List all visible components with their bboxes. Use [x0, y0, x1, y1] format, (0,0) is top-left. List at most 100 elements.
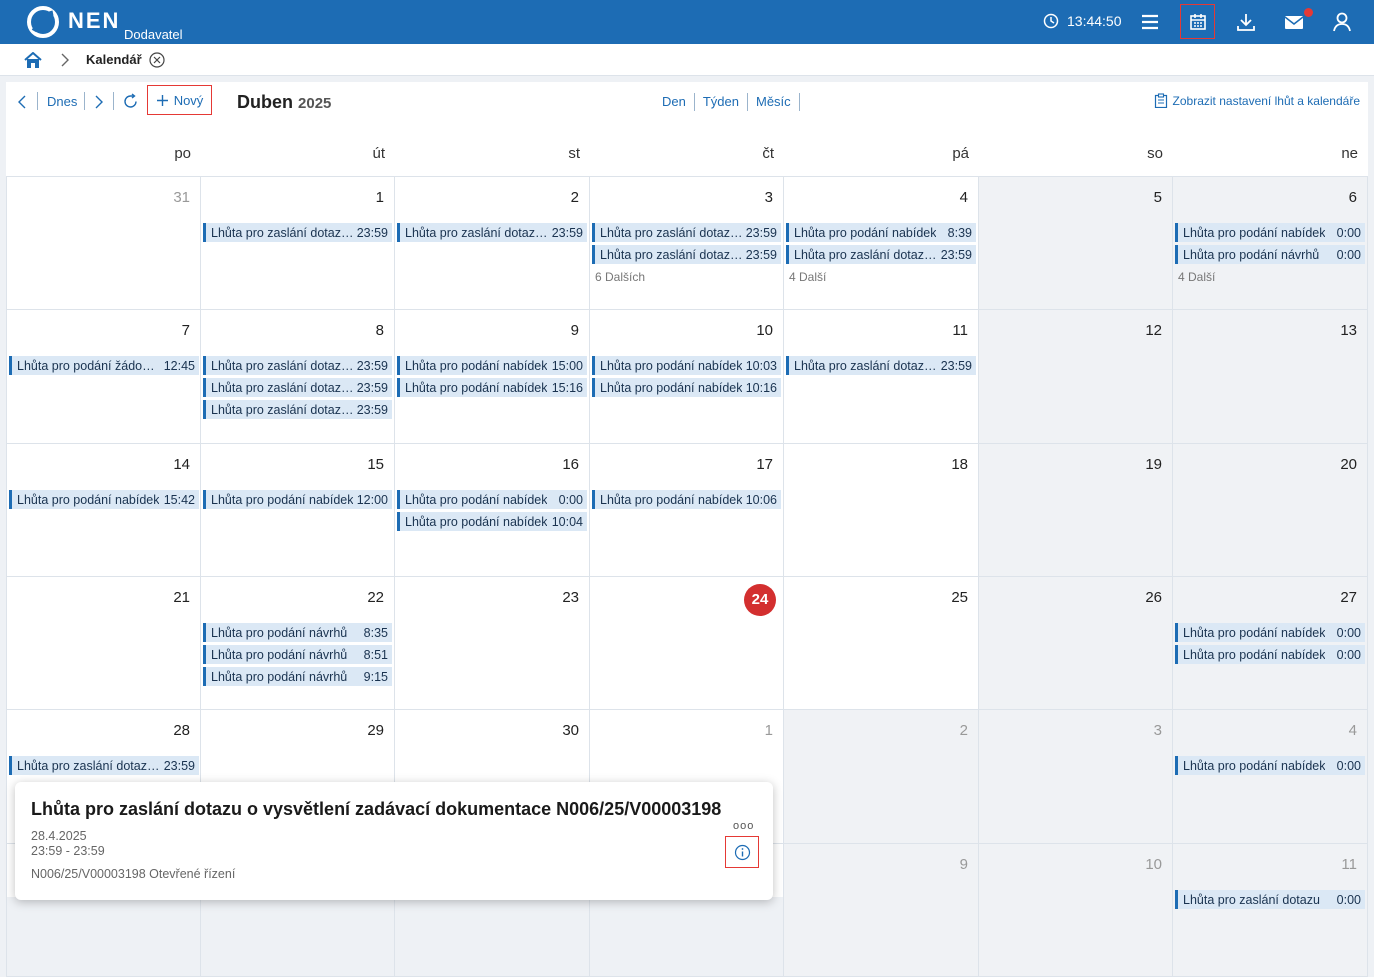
calendar-event[interactable]: Lhůta pro podání nabídek 0:00 [397, 490, 587, 509]
calendar-event[interactable]: Lhůta pro podání nabídek 12:00 [203, 490, 392, 509]
calendar-event[interactable]: Lhůta pro podání návrhů 8:35 [203, 623, 392, 642]
day-cell[interactable]: 26 [979, 576, 1173, 710]
day-cell[interactable]: 4 Lhůta pro podání nabídek 8:39 Lhůta pro z… [784, 176, 979, 310]
settings-label: Zobrazit nastavení lhůt a kalendáře [1172, 93, 1360, 108]
more-events-link[interactable]: 4 Další [1178, 270, 1215, 284]
event-title: Lhůta pro zaslání dotazu o vysvětlení za… [600, 247, 743, 262]
home-icon[interactable] [24, 52, 42, 69]
day-cell[interactable]: 20 [1173, 443, 1368, 577]
calendar-event[interactable]: Lhůta pro podání návrhů 9:15 [203, 667, 392, 686]
day-cell[interactable]: 24 [590, 576, 784, 710]
refresh-icon[interactable] [122, 93, 139, 110]
today-button[interactable]: Dnes [47, 94, 77, 109]
download-icon[interactable] [1235, 11, 1257, 33]
calendar-event[interactable]: Lhůta pro podání nabídek 0:00 [1175, 756, 1365, 775]
user-icon[interactable] [1331, 11, 1353, 33]
day-cell[interactable]: 9 [784, 843, 979, 977]
calendar-event[interactable]: Lhůta pro zaslání dotazu o vysvětlení za… [203, 223, 392, 242]
more-events-link[interactable]: 4 Další [789, 270, 826, 284]
calendar-event[interactable]: Lhůta pro zaslání dotazu o vysvětlení za… [786, 245, 976, 264]
day-cell[interactable]: 3 Lhůta pro zaslání dotazu o vysvětlení z… [590, 176, 784, 310]
calendar-event[interactable]: Lhůta pro podání nabídek 10:03 [592, 356, 781, 375]
weekday-label: pá [952, 145, 969, 162]
day-cell[interactable]: 13 [1173, 309, 1368, 444]
calendar-event[interactable]: Lhůta pro podání nabídek 0:00 [1175, 645, 1365, 664]
settings-link[interactable]: Zobrazit nastavení lhůt a kalendáře [1154, 93, 1360, 108]
day-number: 30 [562, 722, 579, 739]
calendar-event[interactable]: Lhůta pro zaslání dotazu o vysvětlení za… [786, 356, 976, 375]
day-cell[interactable]: 10 [979, 843, 1173, 977]
calendar-event[interactable]: Lhůta pro podání nabídek 0:00 [1175, 623, 1365, 642]
day-cell[interactable]: 4 Lhůta pro podání nabídek 0:00 [1173, 709, 1368, 844]
day-cell[interactable]: 22 Lhůta pro podání návrhů 8:35 Lhůta pro p… [201, 576, 395, 710]
day-cell[interactable]: 9 Lhůta pro podání nabídek 15:00 Lhůta pro … [395, 309, 590, 444]
view-day[interactable]: Den [662, 93, 695, 111]
more-events-link[interactable]: 6 Dalších [595, 270, 645, 284]
event-time: 0:00 [558, 492, 583, 507]
day-cell[interactable]: 8 Lhůta pro zaslání dotazu o vysvětlení z… [201, 309, 395, 444]
day-number: 2 [959, 722, 968, 739]
day-cell[interactable]: 31 [6, 176, 201, 310]
close-tab-icon[interactable] [149, 52, 165, 68]
day-cell[interactable]: 23 [395, 576, 590, 710]
day-cell[interactable]: 10 Lhůta pro podání nabídek 10:03 Lhůta pro… [590, 309, 784, 444]
menu-icon[interactable] [1139, 11, 1161, 33]
day-number: 3 [764, 189, 773, 206]
calendar-event[interactable]: Lhůta pro zaslání dotazu o vysvětlení za… [9, 756, 199, 775]
view-week[interactable]: Týden [695, 93, 748, 111]
calendar-event[interactable]: Lhůta pro podání nabídek 10:16 [592, 378, 781, 397]
day-cell[interactable]: 11 Lhůta pro zaslání dotazu 0:00 [1173, 843, 1368, 977]
calendar-event[interactable]: Lhůta pro podání nabídek 15:42 [9, 490, 199, 509]
calendar-panel: Dnes Nový Duben 2025 Den Týden Měsíc Zob… [6, 82, 1368, 977]
day-cell[interactable]: 3 [979, 709, 1173, 844]
day-cell[interactable]: 5 [979, 176, 1173, 310]
day-cell[interactable]: 6 Lhůta pro podání nabídek 0:00 Lhůta pro p… [1173, 176, 1368, 310]
event-time: 23:59 [745, 247, 777, 262]
day-cell[interactable]: 17 Lhůta pro podání nabídek 10:06 [590, 443, 784, 577]
day-cell[interactable]: 14 Lhůta pro podání nabídek 15:42 [6, 443, 201, 577]
prev-month-icon[interactable] [17, 95, 27, 109]
more-options-icon[interactable]: ooo [733, 820, 754, 832]
next-month-icon[interactable] [94, 95, 104, 109]
info-button[interactable] [725, 836, 759, 868]
day-cell[interactable]: 27 Lhůta pro podání nabídek 0:00 Lhůta pro … [1173, 576, 1368, 710]
day-cell[interactable]: 25 [784, 576, 979, 710]
calendar-event[interactable]: Lhůta pro podání nabídek 10:04 [397, 512, 587, 531]
calendar-event[interactable]: Lhůta pro podání návrhů 8:51 [203, 645, 392, 664]
day-cell[interactable]: 19 [979, 443, 1173, 577]
calendar-event[interactable]: Lhůta pro zaslání dotazu o vysvětlení za… [203, 378, 392, 397]
event-title: Lhůta pro zaslání dotazu o vysvětlení za… [211, 380, 354, 395]
calendar-event[interactable]: Lhůta pro podání návrhů 0:00 [1175, 245, 1365, 264]
calendar-event[interactable]: Lhůta pro zaslání dotazu o vysvětlení za… [397, 223, 587, 242]
calendar-event[interactable]: Lhůta pro podání žádosti o účast12:45 [9, 356, 199, 375]
calendar-event[interactable]: Lhůta pro zaslání dotazu o vysvětlení za… [592, 223, 781, 242]
day-cell[interactable]: 1 Lhůta pro zaslání dotazu o vysvětlení z… [201, 176, 395, 310]
top-bar: NEN Dodavatel 13:44:50 [0, 0, 1374, 44]
day-cell[interactable]: 11 Lhůta pro zaslání dotazu o vysvětlení … [784, 309, 979, 444]
calendar-event[interactable]: Lhůta pro zaslání dotazu o vysvětlení za… [592, 245, 781, 264]
weekday-label: út [372, 145, 385, 162]
calendar-event[interactable]: Lhůta pro podání nabídek 0:00 [1175, 223, 1365, 242]
day-cell[interactable]: 18 [784, 443, 979, 577]
calendar-event[interactable]: Lhůta pro podání nabídek 8:39 [786, 223, 976, 242]
day-cell[interactable]: 15 Lhůta pro podání nabídek 12:00 [201, 443, 395, 577]
event-time: 23:59 [551, 225, 583, 240]
view-month[interactable]: Měsíc [748, 93, 800, 111]
day-cell[interactable]: 7 Lhůta pro podání žádosti o účast12:45 [6, 309, 201, 444]
calendar-event[interactable]: Lhůta pro zaslání dotazu o vysvětlení za… [203, 356, 392, 375]
calendar-event[interactable]: Lhůta pro zaslání dotazu 0:00 [1175, 890, 1365, 909]
mail-icon[interactable] [1283, 11, 1305, 33]
day-cell[interactable]: 2 [784, 709, 979, 844]
calendar-event[interactable]: Lhůta pro podání nabídek 10:06 [592, 490, 781, 509]
nen-logo-icon[interactable] [26, 5, 60, 39]
day-number: 23 [562, 589, 579, 606]
calendar-event[interactable]: Lhůta pro podání nabídek 15:00 [397, 356, 587, 375]
day-cell[interactable]: 2 Lhůta pro zaslání dotazu o vysvětlení z… [395, 176, 590, 310]
calendar-event[interactable]: Lhůta pro zaslání dotazu o vysvětlení za… [203, 400, 392, 419]
calendar-event[interactable]: Lhůta pro podání nabídek 15:16 [397, 378, 587, 397]
day-cell[interactable]: 12 [979, 309, 1173, 444]
day-cell[interactable]: 16 Lhůta pro podání nabídek 0:00 Lhůta pro … [395, 443, 590, 577]
new-event-button[interactable]: Nový [147, 85, 212, 115]
day-cell[interactable]: 21 [6, 576, 201, 710]
calendar-button[interactable] [1180, 4, 1215, 39]
